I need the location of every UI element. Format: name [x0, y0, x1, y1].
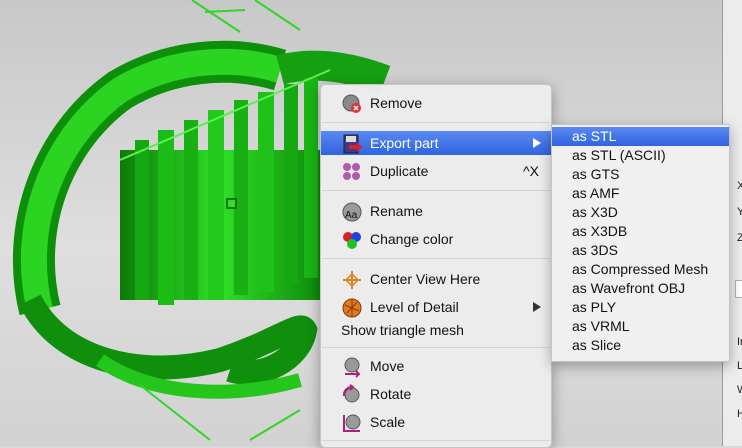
move-icon	[344, 357, 361, 378]
menu-item-duplicate[interactable]: Duplicate ^X	[321, 159, 551, 183]
export-icon	[343, 134, 362, 154]
menu-item-label: Duplicate	[370, 163, 429, 179]
menu-separator	[322, 122, 550, 123]
target-icon	[343, 271, 361, 289]
level-of-detail-icon	[342, 298, 362, 318]
bounding-guide	[191, 0, 301, 33]
submenu-arrow-icon	[533, 138, 541, 148]
submenu-item-label: as X3D	[572, 204, 618, 220]
panel-label-w: W	[737, 384, 742, 396]
export-as-x3d[interactable]: as X3D	[552, 203, 729, 222]
submenu-item-label: as STL	[572, 128, 617, 144]
panel-label-in: In	[737, 336, 742, 348]
rotate-icon	[342, 384, 360, 403]
export-as-gts[interactable]: as GTS	[552, 165, 729, 184]
panel-label-l: L	[737, 360, 742, 372]
remove-icon	[342, 94, 361, 113]
menu-item-label: Level of Detail	[370, 299, 459, 315]
menu-separator	[322, 190, 550, 191]
svg-text:Aa: Aa	[345, 210, 358, 221]
menu-item-change-color[interactable]: Change color	[321, 227, 551, 251]
menu-item-rename[interactable]: Aa Rename	[321, 199, 551, 223]
export-as-stl[interactable]: as STL	[552, 127, 729, 146]
export-as-wavefront-obj[interactable]: as Wavefront OBJ	[552, 279, 729, 298]
menu-item-label: Center View Here	[370, 271, 481, 287]
menu-item-rotate[interactable]: Rotate	[321, 382, 551, 406]
submenu-item-label: as PLY	[572, 299, 617, 315]
export-as-x3db[interactable]: as X3DB	[552, 222, 729, 241]
menu-item-label: Rotate	[370, 386, 412, 402]
submenu-item-label: as X3DB	[572, 223, 628, 239]
panel-label-x: X	[737, 180, 742, 192]
export-as-amf[interactable]: as AMF	[552, 184, 729, 203]
menu-item-remove[interactable]: Remove	[321, 91, 551, 115]
menu-item-label: Show triangle mesh	[341, 322, 464, 338]
menu-item-scale[interactable]: Scale	[321, 410, 551, 434]
export-as-ply[interactable]: as PLY	[552, 298, 729, 317]
shortcut-label: ^X	[523, 163, 539, 179]
selection-handle[interactable]	[226, 198, 237, 209]
model-bars	[120, 78, 320, 305]
color-icon	[343, 232, 361, 249]
panel-field[interactable]	[735, 280, 742, 298]
export-submenu: as STL as STL (ASCII) as GTS as AMF as X…	[551, 124, 730, 362]
menu-item-center-view[interactable]: Center View Here	[321, 267, 551, 291]
submenu-item-label: as VRML	[572, 318, 630, 334]
rename-icon: Aa	[342, 202, 362, 222]
submenu-item-label: as STL (ASCII)	[572, 147, 666, 163]
model-swirl	[19, 294, 318, 385]
submenu-item-label: as GTS	[572, 166, 620, 182]
menu-item-label: Move	[370, 358, 405, 374]
menu-item-show-triangle-mesh[interactable]: Show triangle mesh	[321, 318, 551, 342]
model-arc-right	[276, 50, 391, 95]
context-menu: Remove Export part Duplicate ^X Aa Renam…	[320, 84, 552, 448]
export-as-3ds[interactable]: as 3DS	[552, 241, 729, 260]
menu-separator	[322, 258, 550, 259]
submenu-item-label: as Slice	[572, 337, 622, 353]
menu-separator	[322, 440, 550, 441]
panel-label-h: H	[737, 408, 742, 420]
menu-separator	[322, 347, 550, 348]
submenu-item-label: as AMF	[572, 185, 620, 201]
menu-item-label: Change color	[370, 231, 454, 247]
submenu-item-label: as Wavefront OBJ	[572, 280, 686, 296]
export-as-stl-ascii[interactable]: as STL (ASCII)	[552, 146, 729, 165]
menu-item-move[interactable]: Move	[321, 354, 551, 378]
export-as-compressed-mesh[interactable]: as Compressed Mesh	[552, 260, 729, 279]
menu-item-label: Export part	[370, 135, 439, 151]
menu-item-export-part[interactable]: Export part	[321, 131, 551, 155]
export-as-slice[interactable]: as Slice	[552, 336, 729, 355]
panel-label-y: Y	[737, 206, 742, 218]
scale-icon	[343, 414, 361, 432]
menu-item-level-of-detail[interactable]: Level of Detail	[321, 295, 551, 319]
menu-item-label: Rename	[370, 203, 423, 219]
submenu-item-label: as 3DS	[572, 242, 618, 258]
submenu-item-label: as Compressed Mesh	[572, 261, 709, 277]
menu-item-label: Scale	[370, 414, 406, 430]
submenu-arrow-icon	[533, 302, 541, 312]
menu-item-label: Remove	[370, 95, 423, 111]
panel-label-z: Z	[737, 232, 742, 244]
duplicate-icon	[343, 163, 360, 180]
export-as-vrml[interactable]: as VRML	[552, 317, 729, 336]
